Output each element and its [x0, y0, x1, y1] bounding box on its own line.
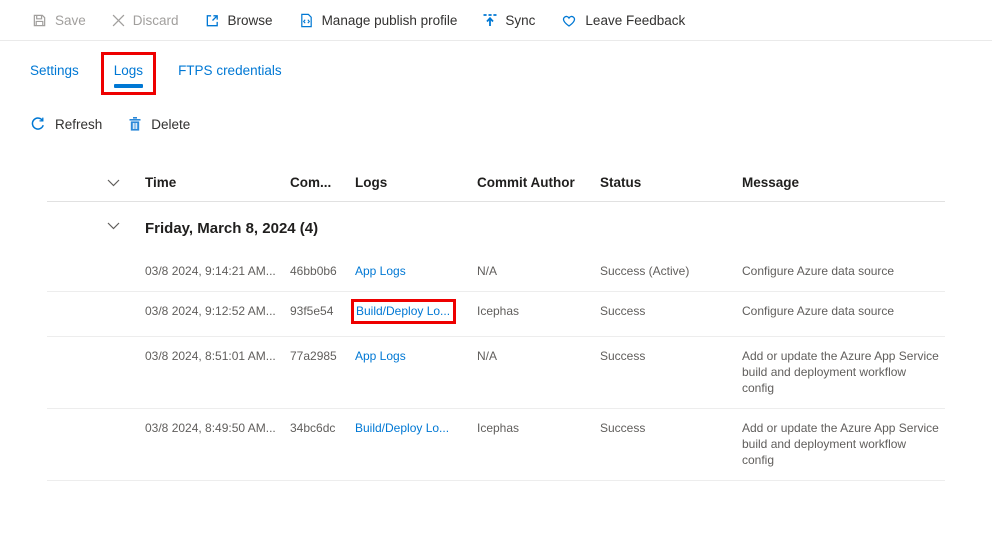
- cell-commit: 77a2985: [290, 348, 355, 364]
- browse-button[interactable]: Browse: [192, 0, 286, 40]
- refresh-button[interactable]: Refresh: [30, 112, 114, 136]
- manage-publish-profile-label: Manage publish profile: [322, 13, 458, 28]
- cell-message: Configure Azure data source: [742, 303, 945, 319]
- col-header-logs: Logs: [355, 175, 477, 190]
- collapse-all-chevron-icon[interactable]: [105, 177, 145, 189]
- app-logs-link[interactable]: App Logs: [355, 264, 406, 278]
- cell-message: Add or update the Azure App Service buil…: [742, 348, 945, 396]
- sync-label: Sync: [505, 13, 535, 28]
- tab-settings-label: Settings: [30, 63, 79, 78]
- sync-button[interactable]: Sync: [470, 0, 548, 40]
- cell-status: Success: [600, 303, 742, 319]
- col-header-commit-author: Commit Author: [477, 175, 600, 190]
- heart-icon: [561, 13, 577, 28]
- cell-time: 03/8 2024, 9:12:52 AM...: [145, 303, 290, 319]
- cell-time: 03/8 2024, 8:51:01 AM...: [145, 348, 290, 364]
- cell-commit-author: N/A: [477, 348, 600, 364]
- cell-commit-author: Icephas: [477, 303, 600, 319]
- annotation-box-logs-tab: Logs: [101, 52, 156, 95]
- cell-message: Add or update the Azure App Service buil…: [742, 420, 945, 468]
- discard-label: Discard: [133, 13, 179, 28]
- save-label: Save: [55, 13, 86, 28]
- cell-status: Success: [600, 348, 742, 364]
- annotation-box-build-deploy-link: Build/Deploy Lo...: [351, 299, 456, 324]
- table-row[interactable]: 03/8 2024, 9:14:21 AM... 46bb0b6 App Log…: [47, 252, 945, 292]
- active-tab-underline: [114, 84, 143, 88]
- cell-commit-author: Icephas: [477, 420, 600, 436]
- refresh-label: Refresh: [55, 117, 102, 132]
- table-row[interactable]: 03/8 2024, 8:51:01 AM... 77a2985 App Log…: [47, 337, 945, 409]
- browse-icon: [205, 13, 220, 28]
- tab-logs-label: Logs: [114, 63, 143, 78]
- date-group-label: Friday, March 8, 2024 (4): [145, 220, 945, 237]
- table-header-row: Time Com... Logs Commit Author Status Me…: [47, 164, 945, 202]
- group-chevron-icon[interactable]: [105, 220, 145, 232]
- cell-message: Configure Azure data source: [742, 263, 945, 279]
- discard-icon: [112, 14, 125, 27]
- browse-label: Browse: [228, 13, 273, 28]
- cell-time: 03/8 2024, 9:14:21 AM...: [145, 263, 290, 279]
- cell-status: Success: [600, 420, 742, 436]
- deployment-logs-table: Time Com... Logs Commit Author Status Me…: [47, 164, 945, 481]
- col-header-time: Time: [145, 175, 290, 190]
- tab-ftps-credentials[interactable]: FTPS credentials: [176, 51, 284, 90]
- app-logs-link[interactable]: App Logs: [355, 349, 406, 363]
- manage-publish-profile-button[interactable]: Manage publish profile: [286, 0, 471, 40]
- discard-button[interactable]: Discard: [99, 0, 192, 40]
- cell-commit: 46bb0b6: [290, 263, 355, 279]
- cell-commit-author: N/A: [477, 263, 600, 279]
- toolbar: Save Discard Browse Manage publish profi…: [0, 0, 992, 41]
- save-button[interactable]: Save: [32, 0, 99, 40]
- cell-commit: 34bc6dc: [290, 420, 355, 436]
- build-deploy-logs-link[interactable]: Build/Deploy Lo...: [356, 304, 450, 318]
- logs-command-bar: Refresh Delete: [0, 98, 992, 146]
- delete-label: Delete: [151, 117, 190, 132]
- build-deploy-logs-link[interactable]: Build/Deploy Lo...: [355, 421, 449, 435]
- save-icon: [32, 13, 47, 28]
- cell-status: Success (Active): [600, 263, 742, 279]
- delete-icon: [128, 116, 142, 132]
- cell-commit: 93f5e54: [290, 303, 355, 319]
- cell-time: 03/8 2024, 8:49:50 AM...: [145, 420, 290, 436]
- tab-settings[interactable]: Settings: [28, 51, 81, 90]
- col-header-commit: Com...: [290, 175, 355, 190]
- leave-feedback-label: Leave Feedback: [585, 13, 685, 28]
- tab-ftps-credentials-label: FTPS credentials: [178, 63, 282, 78]
- tab-bar: Settings Logs FTPS credentials: [0, 41, 992, 98]
- refresh-icon: [30, 116, 46, 132]
- tab-logs[interactable]: Logs: [114, 63, 143, 88]
- table-row[interactable]: 03/8 2024, 8:49:50 AM... 34bc6dc Build/D…: [47, 409, 945, 481]
- publish-profile-icon: [299, 13, 314, 28]
- sync-icon: [483, 13, 497, 27]
- col-header-message: Message: [742, 175, 945, 190]
- col-header-status: Status: [600, 175, 742, 190]
- date-group-row: Friday, March 8, 2024 (4): [47, 202, 945, 252]
- table-row[interactable]: 03/8 2024, 9:12:52 AM... 93f5e54 Build/D…: [47, 292, 945, 337]
- leave-feedback-button[interactable]: Leave Feedback: [548, 0, 698, 40]
- delete-button[interactable]: Delete: [128, 112, 202, 136]
